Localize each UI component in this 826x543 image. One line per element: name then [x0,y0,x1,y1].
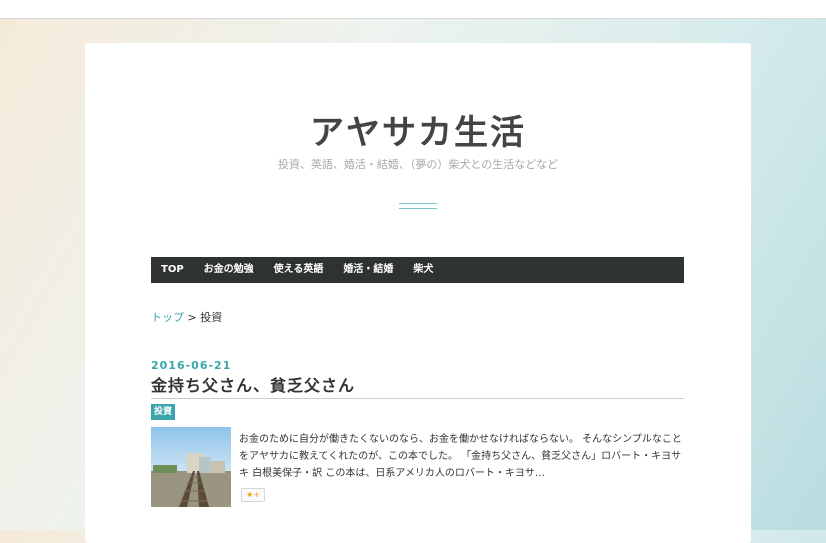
browser-top-bar [0,0,826,19]
star-plus-icon[interactable]: ★+ [241,488,265,502]
nav-item-english[interactable]: 使える英語 [264,257,334,283]
page-card: アヤサカ生活 投資、英語、婚活・結婚、（夢の）柴犬との生活などなど TOP お金… [85,43,751,543]
post-thumbnail[interactable] [151,427,231,507]
railway-photo [151,427,231,507]
title-decoration [399,203,437,209]
post-excerpt: お金のために自分が働きたくないのなら、お金を働かせなければならない。 そんなシン… [239,434,682,479]
nav-item-shiba[interactable]: 柴犬 [403,257,443,283]
breadcrumb: トップ > 投資 [151,309,222,325]
category-badge[interactable]: 投資 [151,404,176,420]
nav-item-top[interactable]: TOP [151,257,194,283]
breadcrumb-home-link[interactable]: トップ [151,311,184,324]
global-nav: TOP お金の勉強 使える英語 婚活・結婚 柴犬 [151,257,684,283]
nav-item-marriage[interactable]: 婚活・結婚 [333,257,403,283]
site-description: 投資、英語、婚活・結婚、（夢の）柴犬との生活などなど [277,158,559,171]
breadcrumb-separator: > [184,311,201,324]
title-divider [151,398,684,399]
breadcrumb-current: 投資 [200,311,223,324]
nav-item-money[interactable]: お金の勉強 [194,257,264,283]
post-title[interactable]: 金持ち父さん、貧乏父さん [151,372,355,396]
site-title[interactable]: アヤサカ生活 [85,105,751,154]
post-date: 2016-06-21 [151,359,232,372]
